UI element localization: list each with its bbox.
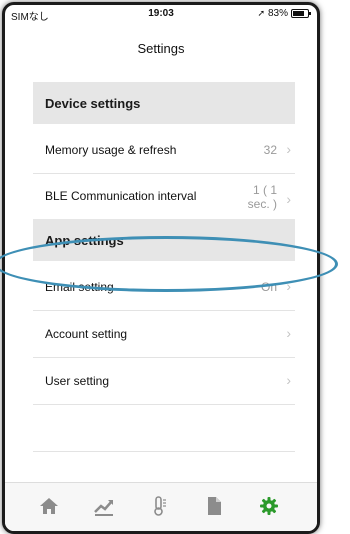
battery-icon — [291, 9, 311, 18]
chevron-right-icon: › — [286, 191, 291, 207]
ble-interval-value-line1: 1 ( 1 — [252, 183, 277, 197]
empty-row — [33, 405, 295, 452]
thermometer-icon — [154, 496, 166, 516]
ble-interval-value: 1 ( 1 sec. ) — [237, 183, 277, 211]
user-setting-row[interactable]: User setting › — [33, 358, 295, 405]
chevron-right-icon: › — [286, 372, 291, 388]
tab-bar — [5, 482, 317, 531]
tab-settings[interactable] — [258, 495, 280, 517]
tab-thermometer[interactable] — [148, 495, 170, 517]
ble-interval-value-line2: sec. ) — [247, 197, 277, 211]
account-setting-label: Account setting — [45, 327, 128, 341]
tab-chart[interactable] — [93, 495, 115, 517]
ble-interval-label: BLE Communication interval — [45, 189, 197, 203]
tab-document[interactable] — [203, 495, 225, 517]
user-setting-label: User setting — [45, 374, 110, 388]
chevron-right-icon: › — [286, 325, 291, 341]
page-title: Settings — [137, 41, 185, 56]
gear-icon — [260, 497, 278, 515]
chevron-right-icon: › — [286, 141, 291, 157]
section-header-device: Device settings — [33, 82, 295, 124]
document-icon — [208, 497, 221, 515]
highlight-ellipse — [0, 236, 338, 292]
memory-usage-label: Memory usage & refresh — [45, 143, 177, 157]
status-bar: SIMなし 19:03 ➚ 83% — [5, 5, 317, 25]
account-setting-row[interactable]: Account setting › — [33, 311, 295, 358]
section-title-device: Device settings — [45, 96, 141, 111]
battery-area: ➚ 83% — [257, 8, 311, 19]
memory-usage-value: 32 — [263, 143, 277, 157]
chart-icon — [94, 500, 113, 516]
ble-interval-row[interactable]: BLE Communication interval 1 ( 1 sec. ) … — [33, 173, 295, 220]
home-icon — [40, 498, 58, 514]
battery-percent: 83% — [267, 8, 288, 19]
memory-usage-row[interactable]: Memory usage & refresh 32 › — [33, 127, 295, 174]
tab-home[interactable] — [38, 495, 60, 517]
location-arrow-icon: ➚ — [257, 8, 265, 18]
